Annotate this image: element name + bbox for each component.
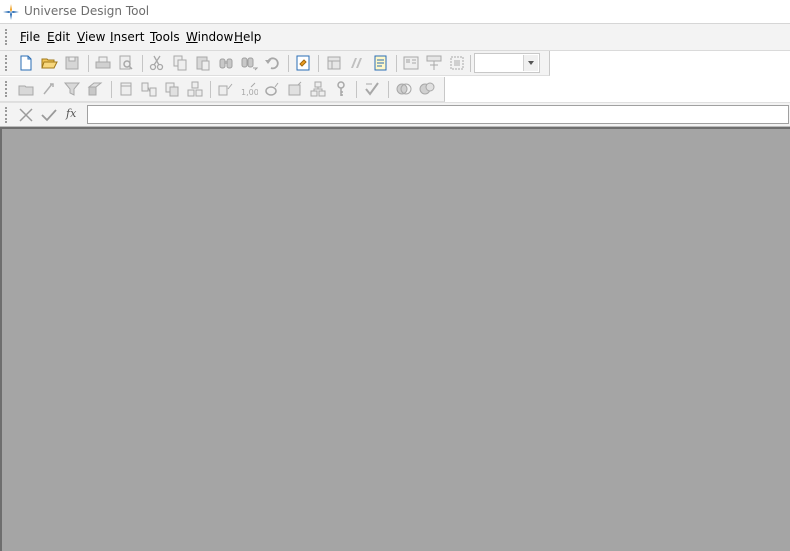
validate-formula-icon[interactable]	[40, 106, 58, 124]
new-file-icon[interactable]	[17, 54, 35, 72]
insert-alias-icon[interactable]	[163, 80, 181, 98]
arrange-tables-icon[interactable]	[402, 54, 420, 72]
insert-join-icon[interactable]	[140, 80, 158, 98]
title-bar: Universe Design Tool	[0, 0, 790, 24]
formula-bar-grip[interactable]	[5, 107, 9, 123]
menu-edit[interactable]: Edit	[47, 30, 70, 44]
chevron-down-icon[interactable]	[523, 55, 538, 71]
zoom-icon[interactable]	[448, 54, 466, 72]
toolbar-separator	[88, 55, 89, 72]
universe-parameters-icon[interactable]	[294, 54, 312, 72]
open-folder-icon[interactable]	[40, 54, 58, 72]
list-mode-icon[interactable]	[425, 54, 443, 72]
editing-toolbar: 1,00	[0, 77, 445, 102]
key-icon[interactable]	[332, 80, 350, 98]
insert-object-icon[interactable]	[40, 80, 58, 98]
table-browser-icon[interactable]	[325, 54, 343, 72]
menu-bar: File Edit View Insert Tools Window Help	[0, 24, 790, 51]
insert-derived-table-icon[interactable]	[186, 80, 204, 98]
app-logo-icon	[2, 3, 20, 21]
cardinality-icon[interactable]: 1,00	[240, 80, 258, 98]
toolbar-separator	[288, 55, 289, 72]
toolbar-separator	[356, 81, 357, 98]
undo-icon[interactable]	[263, 54, 281, 72]
standard-toolbar-grip[interactable]	[5, 55, 9, 71]
cancel-formula-icon[interactable]	[17, 106, 35, 124]
insert-measure-icon[interactable]	[86, 80, 104, 98]
find-next-icon[interactable]	[240, 54, 258, 72]
detect-contexts-icon[interactable]	[263, 80, 281, 98]
menu-tools[interactable]: Tools	[150, 30, 180, 44]
check-join-icon[interactable]	[363, 80, 381, 98]
toolbar-separator	[388, 81, 389, 98]
hierarchy-icon[interactable]	[309, 80, 327, 98]
cut-icon[interactable]	[148, 54, 166, 72]
insert-class-icon[interactable]	[17, 80, 35, 98]
formula-input[interactable]	[87, 105, 789, 124]
standard-toolbar	[0, 51, 550, 76]
editing-toolbar-grip[interactable]	[5, 81, 9, 97]
find-icon[interactable]	[217, 54, 235, 72]
print-preview-icon[interactable]	[117, 54, 135, 72]
toolbar-separator	[470, 55, 471, 72]
window-title: Universe Design Tool	[24, 4, 150, 18]
toolbar-separator	[111, 81, 112, 98]
svg-text:1,00: 1,00	[241, 88, 258, 97]
print-icon[interactable]	[94, 54, 112, 72]
insert-condition-icon[interactable]	[63, 80, 81, 98]
zoom-combo[interactable]	[474, 53, 540, 73]
check-integrity-icon[interactable]	[371, 54, 389, 72]
menu-insert[interactable]: Insert	[110, 30, 144, 44]
menu-view[interactable]: View	[77, 30, 105, 44]
toolbar-separator	[396, 55, 397, 72]
detect-cardinalities-icon[interactable]	[217, 80, 235, 98]
copy-icon[interactable]	[171, 54, 189, 72]
menu-bar-grip[interactable]	[5, 29, 9, 45]
menu-window[interactable]: Window	[186, 30, 233, 44]
detect-joins-icon[interactable]	[347, 54, 365, 72]
include-universe-icon[interactable]	[418, 80, 436, 98]
formula-bar: fx	[0, 102, 790, 127]
link-universe-icon[interactable]	[395, 80, 413, 98]
insert-context-icon[interactable]	[286, 80, 304, 98]
insert-table-icon[interactable]	[117, 80, 135, 98]
menu-file[interactable]: File	[20, 30, 40, 44]
workspace[interactable]	[0, 127, 790, 551]
toolbar-separator	[142, 55, 143, 72]
paste-icon[interactable]	[194, 54, 212, 72]
fx-icon[interactable]: fx	[66, 107, 76, 120]
toolbar-separator	[318, 55, 319, 72]
save-icon[interactable]	[63, 54, 81, 72]
menu-help[interactable]: Help	[234, 30, 261, 44]
toolbar-separator	[210, 81, 211, 98]
